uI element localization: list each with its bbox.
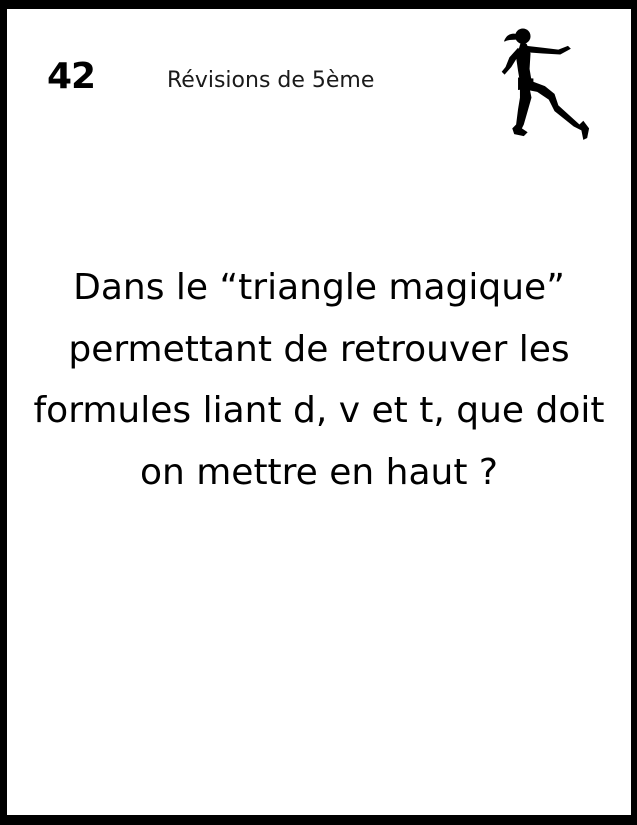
question-text: Dans le “triangle magique” permettant de… — [33, 267, 605, 493]
card-subject: Révisions de 5ème — [167, 68, 375, 93]
running-woman-icon — [501, 28, 590, 140]
card-number: 42 — [47, 56, 96, 97]
flashcard: 42 Révisions de 5ème Dans le “triangle m… — [0, 0, 637, 825]
